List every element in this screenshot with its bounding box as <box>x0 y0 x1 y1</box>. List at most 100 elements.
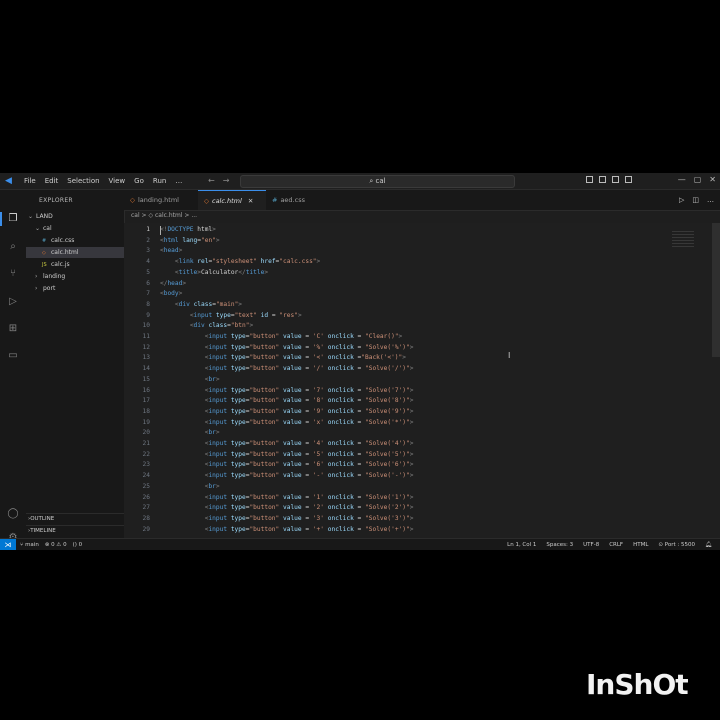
tab-landing-html[interactable]: ◇ landing.html <box>124 190 198 210</box>
menu-selection[interactable]: Selection <box>67 177 99 185</box>
toggle-sidebar-icon[interactable] <box>586 176 593 183</box>
code-line[interactable]: <input type="text" id = "res"> <box>160 311 302 322</box>
source-control-icon[interactable]: ⑂ <box>7 268 19 280</box>
line-number: 20 <box>142 429 150 437</box>
encoding[interactable]: UTF-8 <box>583 539 599 550</box>
remote-indicator-icon[interactable]: ⋊ <box>0 539 16 550</box>
code-line[interactable]: <input type="button" value = 'C' onclick… <box>160 332 403 343</box>
tree-item[interactable]: › port <box>26 283 124 294</box>
live-server-port[interactable]: ⊙ Port : 5500 <box>658 539 695 550</box>
language-mode[interactable]: HTML <box>633 539 648 550</box>
window-controls: — ▢ ✕ <box>678 175 716 184</box>
explorer-title: EXPLORER <box>39 197 73 204</box>
timeline-section[interactable]: ›TIMELINE <box>26 525 124 537</box>
tab-calc-html[interactable]: ◇ calc.html ✕ <box>198 190 266 210</box>
cursor-position[interactable]: Ln 1, Col 1 <box>507 539 536 550</box>
code-line[interactable]: <div class="main"> <box>160 300 242 311</box>
code-line[interactable]: <input type="button" value = '4' onclick… <box>160 439 414 450</box>
code-line[interactable]: <input type="button" value = '2' onclick… <box>160 503 414 514</box>
tree-item[interactable]: ◇ calc.html <box>26 247 124 258</box>
more-actions-icon[interactable]: … <box>707 196 714 204</box>
close-window-icon[interactable]: ✕ <box>709 175 716 184</box>
line-number: 22 <box>142 450 150 458</box>
code-line[interactable]: <input type="button" value = '3' onclick… <box>160 514 414 525</box>
run-debug-icon[interactable]: ▷ <box>7 296 19 308</box>
menu-file[interactable]: File <box>24 177 36 185</box>
line-number: 29 <box>142 525 150 533</box>
search-icon[interactable]: ⌕ <box>7 241 19 253</box>
maximize-icon[interactable]: ▢ <box>694 175 702 184</box>
menu-view[interactable]: View <box>109 177 126 185</box>
indentation[interactable]: Spaces: 3 <box>546 539 573 550</box>
notifications-bell-icon[interactable]: 🔔︎ <box>705 539 712 550</box>
code-line[interactable]: <!DOCTYPE html> <box>160 225 216 236</box>
active-indicator <box>0 212 2 226</box>
vscode-logo-icon: ◀ <box>5 176 12 186</box>
tree-item[interactable]: › landing <box>26 271 124 282</box>
line-number: 16 <box>142 386 150 394</box>
tree-item[interactable]: JS calc.js <box>26 259 124 270</box>
code-line[interactable]: <input type="button" value = '5' onclick… <box>160 450 414 461</box>
command-center-search[interactable]: ⌕ cal <box>240 175 515 188</box>
code-line[interactable]: <br> <box>160 428 220 439</box>
code-line[interactable]: <input type="button" value = '8' onclick… <box>160 396 414 407</box>
breadcrumb[interactable]: cal > ◇ calc.html > ... <box>131 212 197 219</box>
tab-aed-css[interactable]: # aed.css <box>266 190 326 210</box>
menu-go[interactable]: Go <box>134 177 144 185</box>
code-line[interactable]: <input type="button" value = '/' onclick… <box>160 364 414 375</box>
code-line[interactable]: <link rel="stylesheet" href="calc.css"> <box>160 257 320 268</box>
toggle-panel-icon[interactable] <box>599 176 606 183</box>
explorer-icon[interactable]: ❐ <box>7 213 19 225</box>
extensions-icon[interactable]: ⊞ <box>7 323 19 335</box>
code-line[interactable]: <input type="button" value = '6' onclick… <box>160 460 414 471</box>
code-line[interactable]: <input type="button" value = '-' onclick… <box>160 471 414 482</box>
code-line[interactable]: <html lang="en"> <box>160 236 220 247</box>
line-number: 15 <box>142 375 150 383</box>
code-line[interactable]: <title>Calculator</title> <box>160 268 268 279</box>
menu-more[interactable]: … <box>175 177 182 185</box>
code-line[interactable]: <body> <box>160 289 182 300</box>
code-line[interactable]: <input type="button" value = '<' onclick… <box>160 353 406 364</box>
split-editor-icon[interactable]: ◫ <box>692 196 699 204</box>
tree-item[interactable]: ⌄ cal <box>26 223 124 234</box>
title-bar: ◀ File Edit Selection View Go Run … ←→ ⌕… <box>0 173 720 190</box>
line-number: 24 <box>142 472 150 480</box>
code-line[interactable]: </head> <box>160 279 186 290</box>
code-line[interactable]: <input type="button" value = '+' onclick… <box>160 525 414 536</box>
run-icon[interactable]: ▷ <box>679 196 684 204</box>
code-line[interactable]: <br> <box>160 482 220 493</box>
html-file-icon: ◇ <box>204 197 209 205</box>
problems-status[interactable]: ⊗ 0 ⚠ 0 <box>45 539 67 550</box>
code-line[interactable]: <input type="button" value = '%' onclick… <box>160 343 414 354</box>
line-ending[interactable]: CRLF <box>609 539 623 550</box>
vertical-scrollbar[interactable] <box>712 223 720 357</box>
minimap[interactable] <box>672 231 694 249</box>
outline-section[interactable]: ›OUTLINE <box>26 513 124 525</box>
branch-status[interactable]: ⑂ main <box>20 539 39 550</box>
css-file-icon: # <box>42 238 47 244</box>
remote-explorer-icon[interactable]: ▭ <box>7 350 19 362</box>
menu-edit[interactable]: Edit <box>45 177 59 185</box>
minimize-icon[interactable]: — <box>678 175 686 184</box>
js-file-icon: JS <box>42 262 47 268</box>
menu-run[interactable]: Run <box>153 177 166 185</box>
tree-item-label: calc.html <box>51 249 79 256</box>
close-tab-icon[interactable]: ✕ <box>248 197 253 205</box>
code-line[interactable]: <input type="button" value = '9' onclick… <box>160 407 414 418</box>
ports-status[interactable]: () 0 <box>73 539 83 550</box>
code-line[interactable]: <head> <box>160 246 182 257</box>
code-line[interactable]: <input type="button" value = 'x' onclick… <box>160 418 414 429</box>
code-line[interactable]: <input type="button" value = '7' onclick… <box>160 386 414 397</box>
customize-layout-icon[interactable] <box>625 176 632 183</box>
account-icon[interactable]: ◯ <box>7 508 19 520</box>
code-line[interactable]: <div class="btn"> <box>160 321 253 332</box>
code-line[interactable]: <input type="button" value = '1' onclick… <box>160 493 414 504</box>
tree-item[interactable]: # calc.css <box>26 235 124 246</box>
code-editor[interactable]: 1 <!DOCTYPE html> 2 <html lang="en"> 3 <head>… <box>124 223 720 538</box>
nav-arrows[interactable]: ←→ <box>208 176 237 185</box>
css-file-icon: # <box>272 196 278 204</box>
workspace-root[interactable]: ⌄ LAND <box>26 211 124 222</box>
layout-controls <box>586 176 632 183</box>
toggle-secondary-sidebar-icon[interactable] <box>612 176 619 183</box>
code-line[interactable]: <br> <box>160 375 220 386</box>
